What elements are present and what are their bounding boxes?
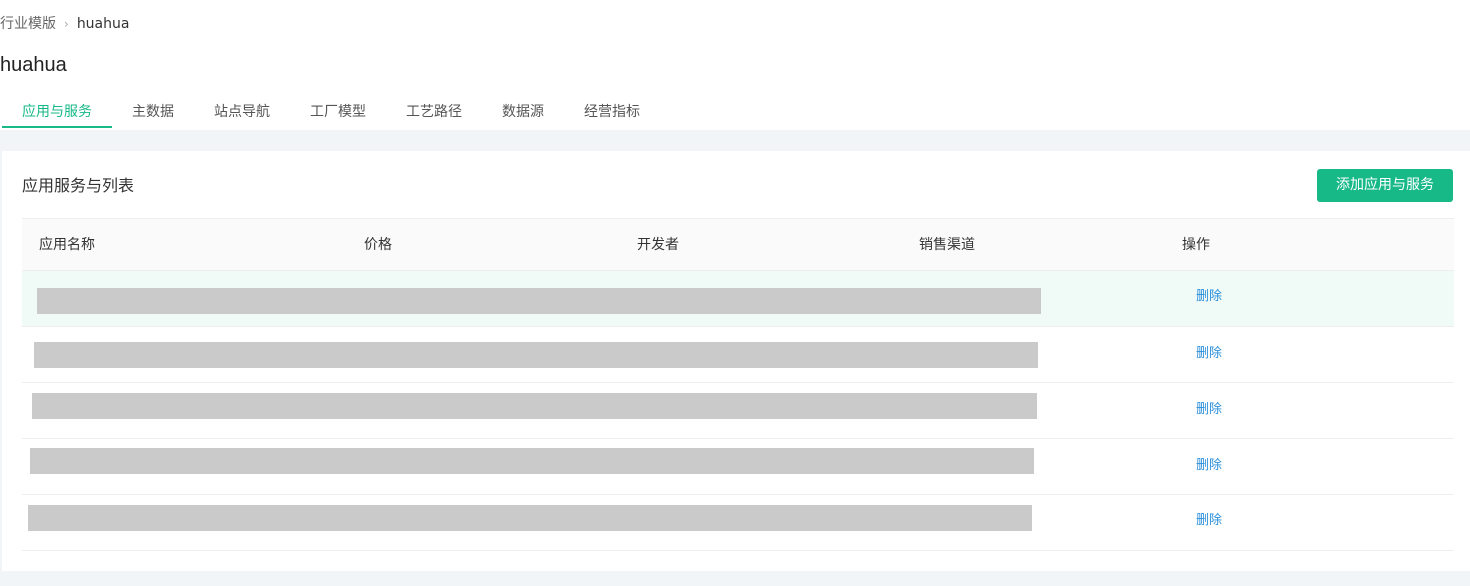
table-row: 删除 [22,439,1454,495]
column-header-sales-channel: 销售渠道 [919,237,975,253]
column-header-developer: 开发者 [637,237,679,253]
card-title: 应用服务与列表 [22,176,135,195]
redacted-content [28,505,1032,531]
table-row: 删除 [22,383,1454,439]
delete-link[interactable]: 删除 [1196,456,1222,476]
breadcrumb-current: huahua [76,16,130,32]
redacted-content [34,342,1038,368]
page-title: huahua [0,54,67,76]
tab-apps-services[interactable]: 应用与服务 [2,100,112,128]
column-header-price: 价格 [364,237,392,253]
tab-master-data[interactable]: 主数据 [112,100,194,128]
redacted-content [32,393,1037,419]
tab-data-source[interactable]: 数据源 [482,100,564,128]
table-row: 删除 [22,271,1454,327]
table-row: 删除 [22,327,1454,383]
breadcrumb: 行业模版 › huahua [0,14,129,34]
breadcrumb-parent-link[interactable]: 行业模版 [0,14,56,34]
add-app-service-button[interactable]: 添加应用与服务 [1317,169,1453,202]
tab-site-navigation[interactable]: 站点导航 [194,100,290,128]
column-header-app-name: 应用名称 [39,237,95,253]
tab-process-route[interactable]: 工艺路径 [386,100,482,128]
redacted-content [37,288,1041,314]
tab-bar: 应用与服务 主数据 站点导航 工厂模型 工艺路径 数据源 经营指标 [2,100,660,130]
chevron-right-icon: › [64,17,69,31]
delete-link[interactable]: 删除 [1196,287,1222,307]
table-header: 应用名称 价格 开发者 销售渠道 操作 [22,218,1454,271]
page-header: 行业模版 › huahua huahua 应用与服务 主数据 站点导航 工厂模型… [0,0,1470,130]
delete-link[interactable]: 删除 [1196,511,1222,531]
app-service-card: 应用服务与列表 添加应用与服务 应用名称 价格 开发者 销售渠道 操作 删除 删… [2,151,1470,571]
redacted-content [30,448,1034,474]
app-service-table: 应用名称 价格 开发者 销售渠道 操作 删除 删除 删除 删除 删除 [22,218,1454,551]
delete-link[interactable]: 删除 [1196,400,1222,420]
delete-link[interactable]: 删除 [1196,344,1222,364]
tab-business-indicators[interactable]: 经营指标 [564,100,660,128]
column-header-actions: 操作 [1182,237,1210,253]
tab-factory-model[interactable]: 工厂模型 [290,100,386,128]
table-row: 删除 [22,495,1454,551]
